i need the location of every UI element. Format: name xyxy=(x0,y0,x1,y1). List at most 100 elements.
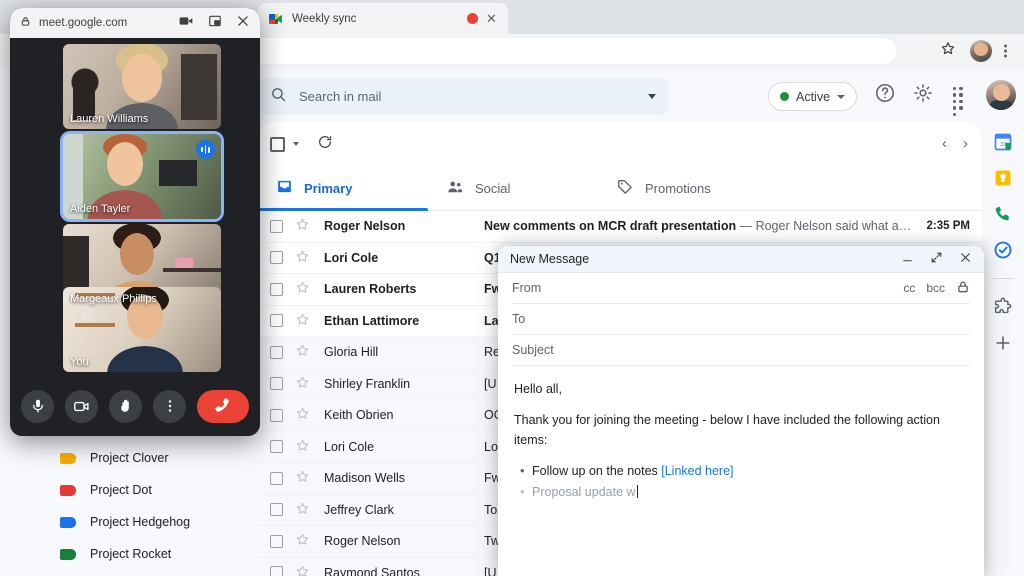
compose-expand-button[interactable] xyxy=(930,251,943,268)
list-item: Follow up on the notes [Linked here] xyxy=(514,462,968,481)
compose-close-button[interactable] xyxy=(959,251,972,268)
row-checkbox[interactable] xyxy=(270,566,283,576)
three-dot-menu-icon[interactable] xyxy=(1004,43,1008,60)
row-checkbox[interactable] xyxy=(270,472,283,485)
row-checkbox[interactable] xyxy=(270,346,283,359)
compose-minimize-button[interactable] xyxy=(901,251,914,268)
status-label: Active xyxy=(796,90,830,104)
star-icon[interactable] xyxy=(295,469,310,487)
status-dot-icon xyxy=(780,92,789,101)
status-badge[interactable]: Active xyxy=(768,82,857,111)
row-checkbox[interactable] xyxy=(270,220,283,233)
contacts-icon[interactable] xyxy=(993,204,1013,224)
account-avatar[interactable] xyxy=(986,80,1016,110)
raise-hand-button[interactable] xyxy=(109,390,142,423)
help-icon[interactable] xyxy=(874,82,896,109)
next-page-button[interactable]: › xyxy=(963,134,968,154)
participant-name: You xyxy=(70,356,89,368)
search-options-icon[interactable] xyxy=(648,94,656,99)
compose-greeting: Hello all, xyxy=(514,380,968,399)
prev-page-button[interactable]: ‹ xyxy=(942,134,947,154)
pop-out-icon[interactable] xyxy=(208,14,222,32)
select-all-checkbox[interactable] xyxy=(270,137,285,152)
camera-button[interactable] xyxy=(65,390,98,423)
add-ons-icon[interactable] xyxy=(993,297,1013,317)
sidebar-item-project-rocket[interactable]: Project Rocket xyxy=(60,538,250,570)
compose-body[interactable]: Hello all, Thank you for joining the mee… xyxy=(498,366,984,502)
sidebar-item-project-skyline[interactable]: Project Skyline xyxy=(60,570,250,576)
tab-close-button[interactable]: ✕ xyxy=(486,12,498,25)
close-icon[interactable] xyxy=(236,14,250,32)
end-call-button[interactable] xyxy=(197,390,249,423)
row-checkbox[interactable] xyxy=(270,283,283,296)
to-field-label: To xyxy=(512,312,970,326)
search-icon xyxy=(270,86,287,108)
refresh-icon[interactable] xyxy=(317,134,333,155)
subject-field[interactable]: Subject xyxy=(512,335,970,366)
from-field[interactable]: From cc bcc xyxy=(512,273,970,304)
row-checkbox[interactable] xyxy=(270,503,283,516)
cc-button[interactable]: cc xyxy=(903,281,915,295)
search-placeholder: Search in mail xyxy=(299,89,636,104)
star-icon[interactable] xyxy=(295,312,310,330)
sender-name: Shirley Franklin xyxy=(324,377,484,391)
list-item: Proposal update w xyxy=(514,483,968,502)
row-checkbox[interactable] xyxy=(270,409,283,422)
microphone-button[interactable] xyxy=(21,390,54,423)
tab-promotions[interactable]: Promotions xyxy=(598,166,768,210)
bcc-button[interactable]: bcc xyxy=(926,281,945,295)
sender-name: Lori Cole xyxy=(324,440,484,454)
participant-tile-lauren-williams[interactable]: Lauren Williams xyxy=(63,44,221,129)
sender-name: Keith Obrien xyxy=(324,408,484,422)
row-checkbox[interactable] xyxy=(270,377,283,390)
subject-text: La xyxy=(484,314,499,328)
subject-text: To xyxy=(484,503,497,517)
browser-tab-title: Weekly sync xyxy=(292,13,459,25)
sidebar-item-project-dot[interactable]: Project Dot xyxy=(60,474,250,506)
calendar-icon[interactable]: 31 xyxy=(993,132,1013,152)
row-checkbox[interactable] xyxy=(270,314,283,327)
star-icon[interactable] xyxy=(295,532,310,550)
camera-icon[interactable] xyxy=(178,13,194,33)
sidebar-item-project-hedgehog[interactable]: Project Hedgehog xyxy=(60,506,250,538)
linked-here-link[interactable]: [Linked here] xyxy=(661,464,733,478)
tasks-icon[interactable] xyxy=(993,240,1013,260)
star-icon[interactable] xyxy=(295,280,310,298)
star-icon[interactable] xyxy=(295,343,310,361)
sidebar-item-project-clover[interactable]: Project Clover xyxy=(60,442,250,474)
table-row[interactable]: Roger NelsonNew comments on MCR draft pr… xyxy=(258,211,982,243)
row-checkbox[interactable] xyxy=(270,535,283,548)
star-icon[interactable] xyxy=(295,564,310,576)
participant-tile-aiden-tayler[interactable]: Aiden Tayler xyxy=(63,134,221,219)
browser-tab-weekly-sync[interactable]: Weekly sync ✕ xyxy=(258,3,508,34)
to-field[interactable]: To xyxy=(512,304,970,335)
more-options-button[interactable] xyxy=(153,390,186,423)
star-icon[interactable] xyxy=(295,438,310,456)
star-icon[interactable] xyxy=(295,406,310,424)
lock-icon[interactable] xyxy=(956,280,970,297)
add-icon[interactable] xyxy=(993,333,1013,353)
keep-icon[interactable] xyxy=(993,168,1013,188)
star-icon[interactable] xyxy=(295,375,310,393)
compose-header[interactable]: New Message xyxy=(498,246,984,273)
apps-grid-icon[interactable] xyxy=(951,85,969,118)
star-icon[interactable] xyxy=(295,217,310,235)
pip-video-stage: Lauren Williams Aiden Tayler Margeaux Ph… xyxy=(10,38,260,376)
sender-name: Raymond Santos xyxy=(324,566,484,576)
subject-text: [U xyxy=(484,566,497,576)
select-all-dropdown-icon[interactable] xyxy=(293,142,299,146)
sender-name: Ethan Lattimore xyxy=(324,314,484,328)
bookmark-star-icon[interactable] xyxy=(940,41,956,62)
row-checkbox[interactable] xyxy=(270,251,283,264)
gear-icon[interactable] xyxy=(912,82,934,109)
row-checkbox[interactable] xyxy=(270,440,283,453)
list-toolbar: ‹ › xyxy=(258,122,982,166)
star-icon[interactable] xyxy=(295,501,310,519)
tab-social[interactable]: Social xyxy=(428,166,598,210)
profile-avatar[interactable] xyxy=(970,40,992,62)
star-icon[interactable] xyxy=(295,249,310,267)
tab-primary[interactable]: Primary xyxy=(258,166,428,210)
people-icon xyxy=(446,178,464,199)
sender-name: Lauren Roberts xyxy=(324,282,484,296)
search-input[interactable]: Search in mail xyxy=(258,78,668,115)
